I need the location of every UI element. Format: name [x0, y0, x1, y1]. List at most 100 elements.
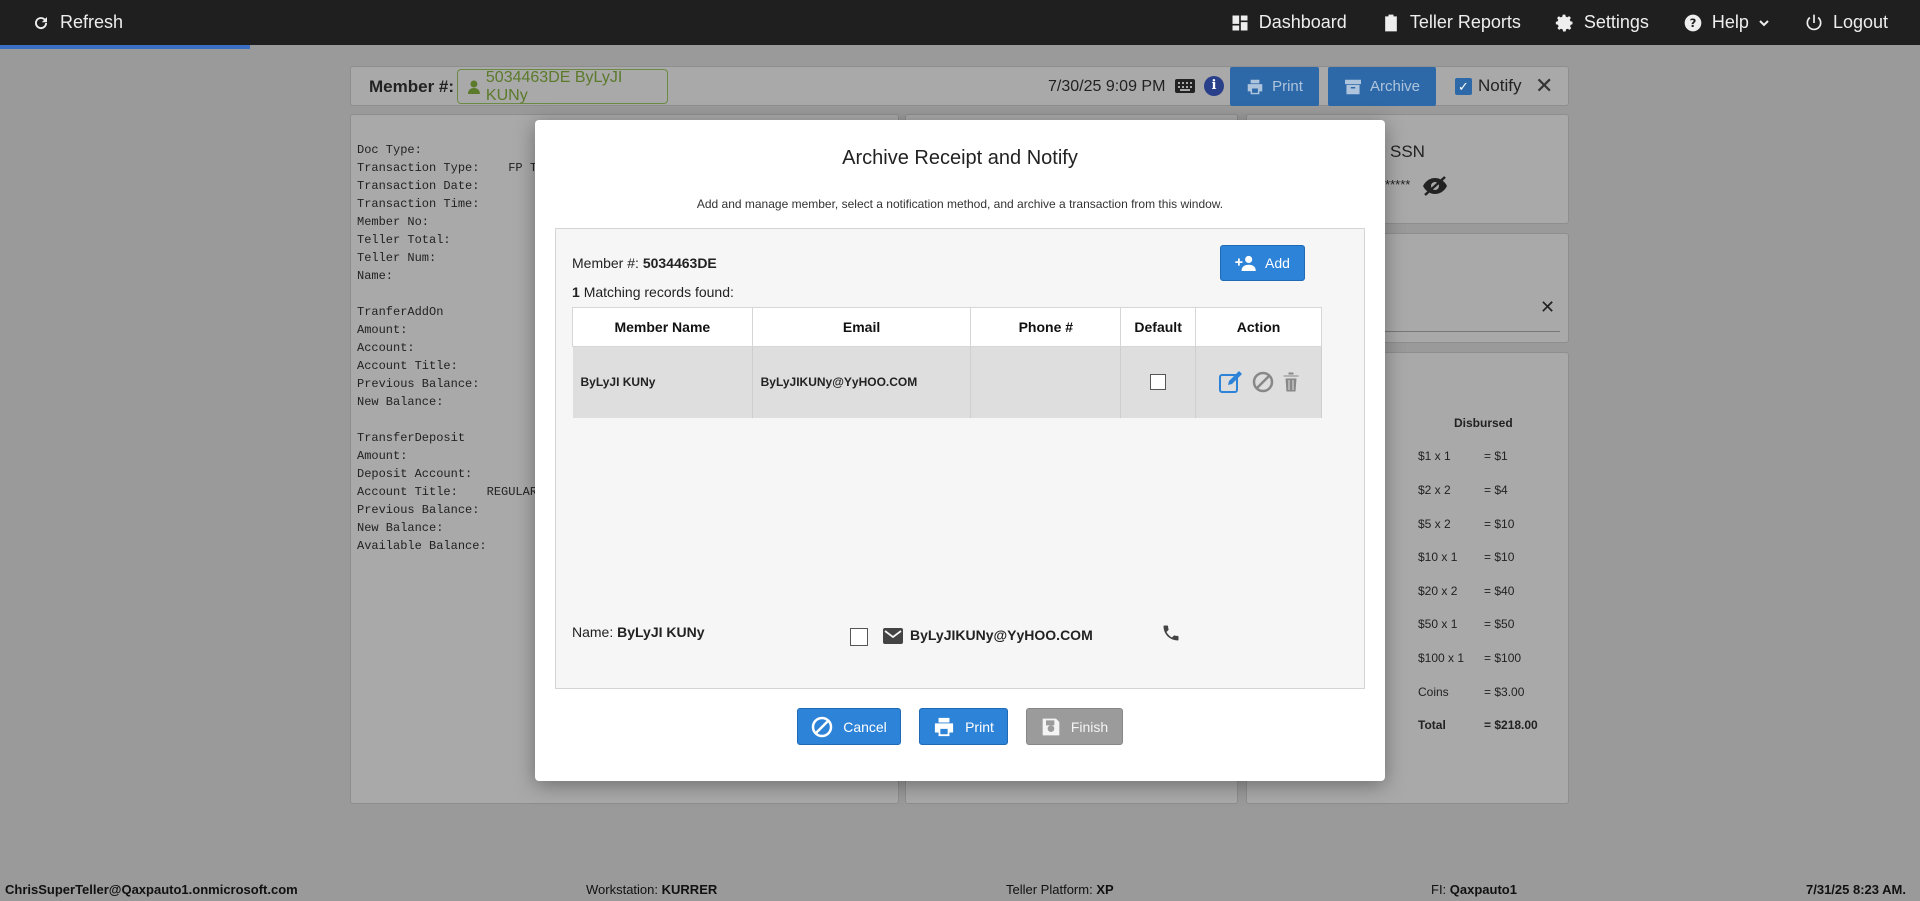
- disbursed-row: Coins = $3.00: [1418, 685, 1525, 699]
- user-icon: [468, 80, 480, 94]
- receipt-line: Teller Total:: [357, 233, 451, 247]
- nav-dashboard-label: Dashboard: [1258, 12, 1347, 32]
- nav-teller-reports-label: Teller Reports: [1409, 12, 1521, 32]
- modal-title: Archive Receipt and Notify: [842, 147, 1078, 169]
- row-email: ByLyJIKUNy@YyHOO.COM: [752, 346, 972, 418]
- table-row[interactable]: ByLyJI KUNy ByLyJIKUNy@YyHOO.COM: [572, 346, 1322, 418]
- top-navigation-bar: Refresh Dashboard Teller Reports Setting…: [0, 0, 1920, 45]
- bg-print-button[interactable]: Print: [1230, 67, 1319, 106]
- member-badge-text: 5034463DE ByLyJI KUNy: [485, 68, 623, 104]
- row-default: [1120, 346, 1197, 418]
- refresh-icon: [35, 16, 48, 29]
- divider: [1382, 331, 1560, 332]
- trash-icon[interactable]: [1282, 371, 1300, 393]
- ssn-label: SSN: [1390, 142, 1425, 161]
- disbursed-header: Disbursed: [1454, 416, 1513, 430]
- nav-settings[interactable]: Settings: [1555, 12, 1649, 33]
- receipt-line: Amount:: [357, 449, 408, 463]
- member-bar-datetime: 7/30/25 9:09 PM: [1048, 78, 1166, 95]
- close-icon[interactable]: ✕: [1540, 297, 1555, 318]
- modal-subtitle: Add and manage member, select a notifica…: [696, 197, 1224, 211]
- mail-icon: [883, 628, 903, 644]
- row-actions: [1195, 346, 1322, 418]
- status-datetime: 7/31/25 8:23 AM.: [1806, 882, 1906, 897]
- receipt-line: New Balance: *: [357, 521, 552, 535]
- disbursed-row: $2 x 2 = $4: [1418, 483, 1508, 497]
- bg-archive-label: Archive: [1369, 78, 1421, 95]
- edit-icon[interactable]: [1218, 370, 1244, 394]
- bg-notify-label: Notify: [1478, 76, 1522, 95]
- row-member-name: ByLyJI KUNy: [572, 346, 753, 418]
- nav-logout[interactable]: Logout: [1804, 12, 1888, 33]
- receipt-line: New Balance:: [357, 395, 444, 409]
- disbursed-row: $10 x 1 = $10: [1418, 550, 1515, 564]
- member-bar: Member #: 5034463DE ByLyJI KUNy 7/30/25 …: [350, 66, 1569, 106]
- add-label: Add: [1265, 255, 1290, 271]
- cancel-button[interactable]: Cancel: [797, 708, 901, 745]
- archive-icon: [1344, 79, 1361, 94]
- svg-text:?: ?: [1690, 16, 1697, 30]
- member-records-table: Member Name Email Phone # Default Action…: [572, 307, 1322, 418]
- add-member-button[interactable]: Add: [1220, 245, 1305, 281]
- disable-icon[interactable]: [1252, 371, 1274, 393]
- loading-progress-bar: [0, 45, 250, 49]
- receipt-line: [357, 285, 551, 303]
- print-button[interactable]: Print: [919, 708, 1008, 745]
- disbursed-row: $50 x 1 = $50: [1418, 617, 1515, 631]
- receipt-line: Account Title:: [357, 359, 458, 373]
- notify-name: Name: ByLyJI KUNy: [572, 624, 705, 640]
- phone-icon[interactable]: [1161, 623, 1181, 643]
- bg-print-label: Print: [1272, 78, 1303, 95]
- default-checkbox[interactable]: [1150, 374, 1167, 391]
- disbursed-row: $20 x 2 = $40: [1418, 584, 1515, 598]
- top-nav-menu: Dashboard Teller Reports Settings ? Help…: [1230, 12, 1888, 33]
- check-icon: ✓: [1455, 77, 1472, 95]
- eye-slash-icon[interactable]: [1422, 175, 1448, 197]
- matching-records-text: 1 Matching records found:: [572, 284, 734, 300]
- receipt-line: Deposit Account:: [357, 467, 473, 481]
- printer-icon: [1247, 79, 1263, 94]
- modal-content-box: Member #: 5034463DE 1 Matching records f…: [555, 228, 1365, 689]
- bg-notify-toggle[interactable]: ✓ Notify: [1455, 76, 1521, 96]
- row-phone: [970, 346, 1122, 418]
- status-platform: Teller Platform: XP: [1006, 882, 1114, 897]
- col-member-name: Member Name: [572, 307, 753, 347]
- col-default: Default: [1120, 307, 1197, 347]
- nav-help[interactable]: ? Help: [1683, 12, 1770, 33]
- close-icon[interactable]: ✕: [1535, 73, 1553, 99]
- member-badge[interactable]: 5034463DE ByLyJI KUNy: [457, 69, 668, 104]
- nav-dashboard[interactable]: Dashboard: [1230, 12, 1347, 33]
- nav-settings-label: Settings: [1583, 12, 1649, 32]
- receipt-line: Member No: *: [357, 215, 552, 229]
- receipt-line: TransferDeposit: [357, 431, 466, 445]
- refresh-button[interactable]: Refresh: [32, 12, 123, 33]
- add-user-icon: [1235, 255, 1256, 271]
- modal-member-number: Member #: 5034463DE: [572, 255, 717, 271]
- power-icon: [1806, 14, 1822, 30]
- disbursed-total: Total = $218.00: [1418, 718, 1538, 732]
- disbursed-row: $1 x 1 = $1: [1418, 449, 1508, 463]
- finish-label: Finish: [1070, 718, 1109, 735]
- email-notify-checkbox[interactable]: [850, 628, 868, 646]
- keyboard-icon[interactable]: [1174, 78, 1196, 94]
- receipt-line: Transaction Type: FP TRA: [357, 161, 552, 175]
- receipt-line: Account: *: [357, 341, 552, 355]
- member-label: Member #:: [369, 77, 455, 96]
- table-header-row: Member Name Email Phone # Default Action: [572, 307, 1322, 347]
- nav-teller-reports[interactable]: Teller Reports: [1381, 12, 1521, 33]
- status-fi: FI: Qaxpauto1: [1431, 882, 1517, 897]
- cancel-label: Cancel: [843, 718, 887, 735]
- nav-logout-label: Logout: [1832, 12, 1888, 32]
- chevron-down-icon: [1759, 19, 1769, 26]
- gear-icon: [1555, 14, 1573, 31]
- refresh-label: Refresh: [60, 12, 124, 32]
- save-icon: [1042, 718, 1060, 735]
- receipt-line: Previous Balance: *: [357, 503, 552, 517]
- receipt-text: Doc Type: Transaction Type: FP TRA Transac…: [357, 141, 551, 555]
- status-workstation: Workstation: KURRER: [586, 882, 718, 897]
- info-icon[interactable]: i: [1204, 76, 1224, 96]
- finish-button[interactable]: Finish: [1026, 708, 1123, 745]
- bg-archive-button[interactable]: Archive: [1328, 67, 1436, 106]
- receipt-line: Account Title: REGULAR: [357, 485, 538, 499]
- receipt-line: TranferAddOn: [357, 305, 444, 319]
